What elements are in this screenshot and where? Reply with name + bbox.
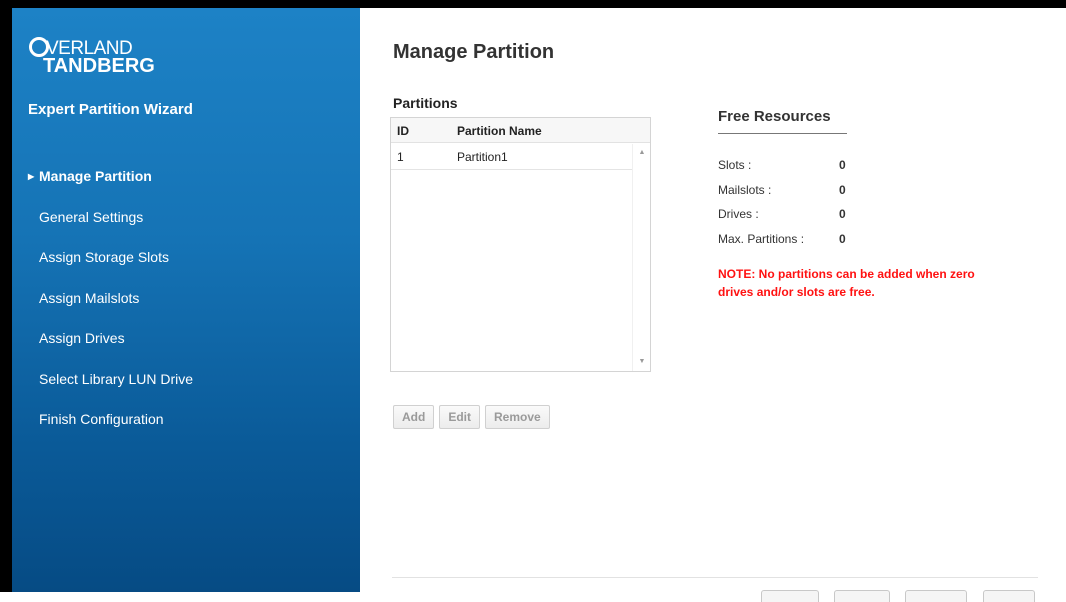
partitions-label: Partitions: [393, 95, 458, 111]
main-panel: Manage Partition Partitions ID Partition…: [360, 8, 1066, 602]
window-frame-top: [0, 0, 1066, 8]
nav-item-assign-mailslots[interactable]: Assign Mailslots: [12, 278, 360, 319]
wizard-window: VERLAND TANDBERG Expert Partition Wizard…: [0, 0, 1066, 602]
sidebar: VERLAND TANDBERG Expert Partition Wizard…: [12, 8, 360, 592]
nav-item-manage-partition[interactable]: ▶ Manage Partition: [12, 156, 360, 197]
remove-button[interactable]: Remove: [485, 405, 550, 429]
company-logo: VERLAND TANDBERG: [29, 34, 209, 90]
partitions-table: ID Partition Name 1 Partition1 ▲ ▼: [390, 117, 651, 372]
cell-id: 1: [397, 150, 404, 164]
window-frame-left: [0, 0, 12, 592]
logo-o-ring: [29, 37, 49, 57]
scroll-up-icon[interactable]: ▲: [637, 148, 647, 158]
free-slots-row: Slots : 0: [718, 158, 978, 174]
free-drives-row: Drives : 0: [718, 207, 978, 223]
partition-action-buttons: Add Edit Remove: [393, 405, 550, 429]
free-resources-divider: [718, 133, 847, 134]
nav-item-assign-storage-slots[interactable]: Assign Storage Slots: [12, 237, 360, 278]
max-partitions-row: Max. Partitions : 0: [718, 232, 978, 248]
wizard-steps-nav: ▶ Manage Partition General Settings Assi…: [12, 156, 360, 440]
cell-partition-name: Partition1: [457, 150, 508, 164]
scroll-down-icon[interactable]: ▼: [637, 357, 647, 367]
free-mailslots-value: 0: [839, 183, 846, 197]
free-mailslots-row: Mailslots : 0: [718, 183, 978, 199]
column-header-partition-name[interactable]: Partition Name: [457, 124, 542, 138]
table-header: ID Partition Name: [391, 118, 650, 143]
column-header-id[interactable]: ID: [397, 124, 409, 138]
free-slots-label: Slots :: [718, 158, 752, 172]
nav-item-assign-drives[interactable]: Assign Drives: [12, 318, 360, 359]
table-row[interactable]: 1 Partition1: [391, 144, 632, 170]
free-drives-label: Drives :: [718, 207, 759, 221]
free-drives-value: 0: [839, 207, 846, 221]
add-button[interactable]: Add: [393, 405, 435, 429]
nav-item-finish-configuration[interactable]: Finish Configuration: [12, 399, 360, 440]
free-resources-title: Free Resources: [718, 108, 831, 125]
free-mailslots-label: Mailslots :: [718, 183, 772, 197]
page-title: Manage Partition: [393, 41, 555, 63]
nav-item-select-library-lun-drive[interactable]: Select Library LUN Drive: [12, 359, 360, 400]
nav-item-general-settings[interactable]: General Settings: [12, 197, 360, 238]
max-partitions-label: Max. Partitions :: [718, 232, 805, 246]
wizard-title: Expert Partition Wizard: [28, 101, 193, 118]
free-resources-panel: Free Resources Slots : 0 Mailslots : 0 D…: [718, 108, 978, 299]
footer-divider: [392, 577, 1038, 578]
table-scrollbar[interactable]: ▲ ▼: [632, 144, 650, 371]
max-partitions-value: 0: [839, 232, 846, 246]
free-resources-note: NOTE: No partitions can be added when ze…: [718, 267, 975, 299]
active-step-caret-icon: ▶: [28, 171, 35, 181]
edit-button[interactable]: Edit: [439, 405, 480, 429]
free-slots-value: 0: [839, 158, 846, 172]
